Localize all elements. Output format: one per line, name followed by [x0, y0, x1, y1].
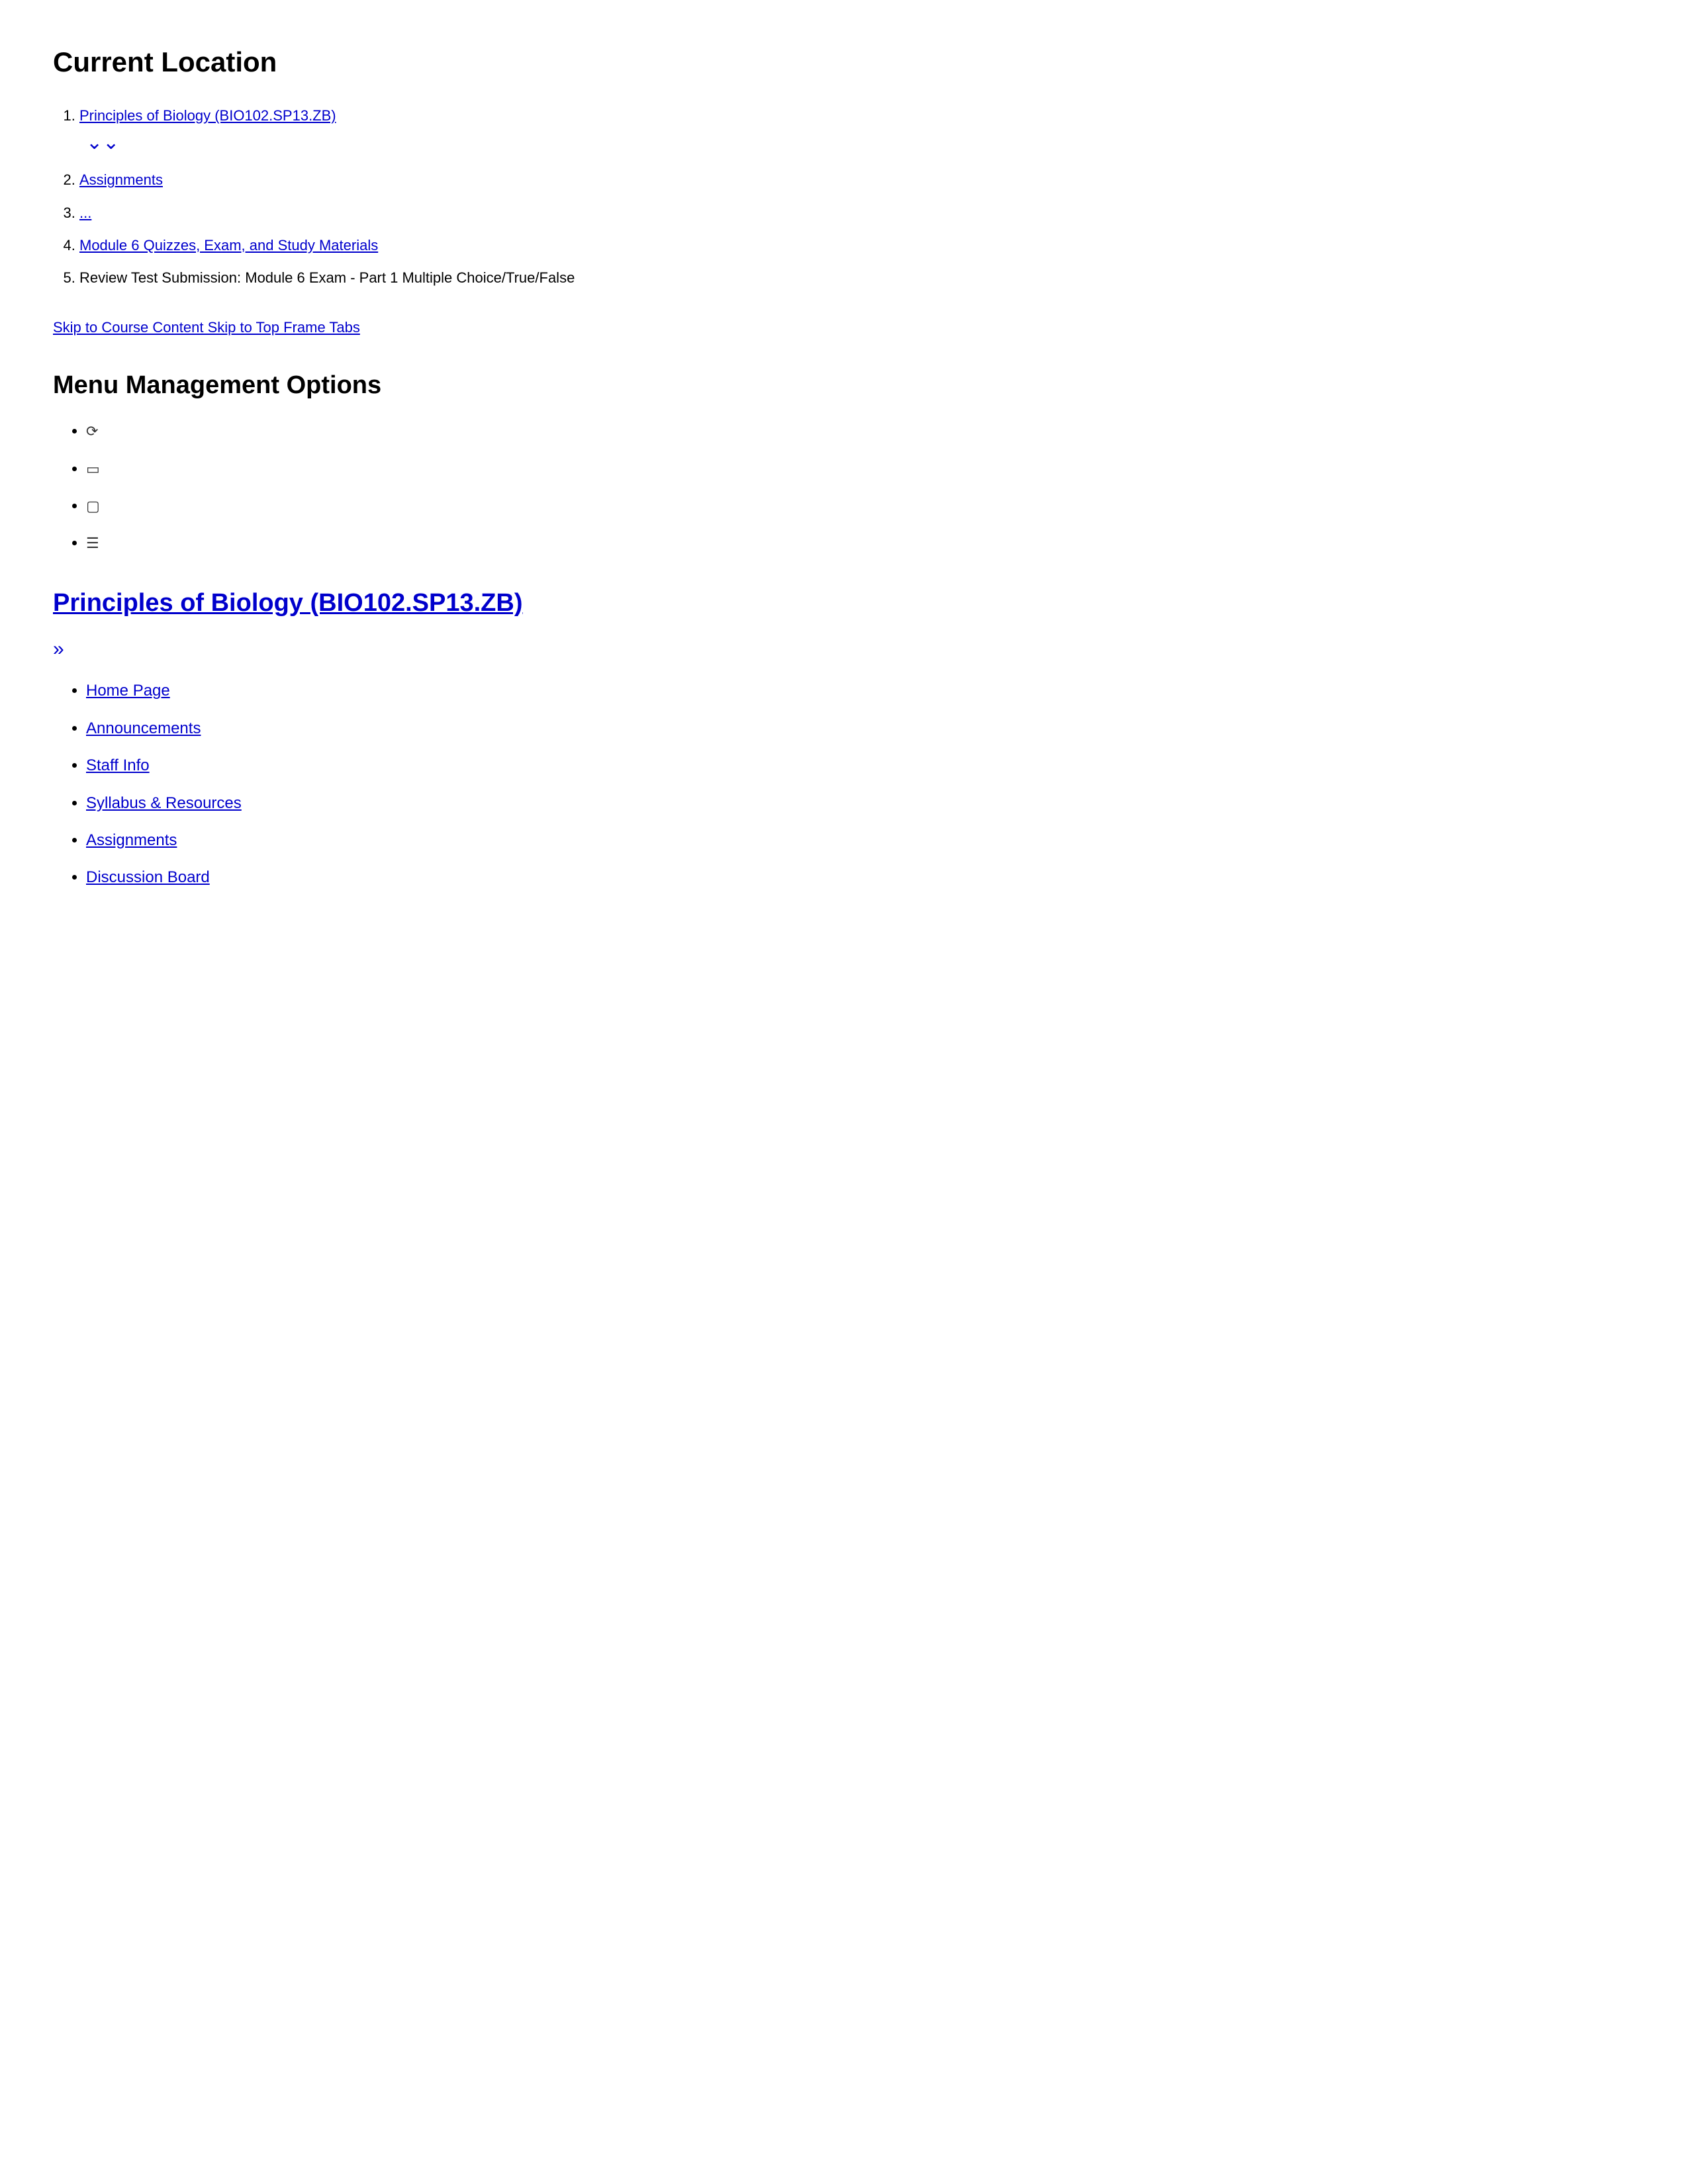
breadcrumb-item-5: Review Test Submission: Module 6 Exam - … [79, 266, 1635, 289]
menu-management-heading: Menu Management Options [53, 365, 1635, 406]
current-location-heading: Current Location [53, 40, 1635, 84]
nav-item-discussion-board: Discussion Board [86, 865, 1635, 890]
nav-item-assignments: Assignments [86, 828, 1635, 853]
folder-icon[interactable]: ▢ [86, 498, 100, 514]
nav-item-home-page: Home Page [86, 678, 1635, 704]
breadcrumb-link-1[interactable]: Principles of Biology (BIO102.SP13.ZB) [79, 107, 336, 124]
monitor-icon[interactable]: ▭ [86, 461, 100, 477]
home-page-link[interactable]: Home Page [86, 682, 170, 700]
chevron-down-icon: ⌄⌄ [86, 127, 119, 159]
breadcrumb-link-4[interactable]: Module 6 Quizzes, Exam, and Study Materi… [79, 237, 378, 253]
menu-icon-item-3: ▢ [86, 494, 1635, 519]
double-chevron-icon: » [53, 633, 1635, 665]
breadcrumb-item-2: Assignments [79, 168, 1635, 191]
breadcrumb-item-3: ... [79, 201, 1635, 224]
staff-info-link[interactable]: Staff Info [86, 756, 150, 774]
breadcrumb-static-5: Review Test Submission: Module 6 Exam - … [79, 269, 575, 286]
course-title-link[interactable]: Principles of Biology (BIO102.SP13.ZB) [53, 583, 1635, 623]
list-icon[interactable]: ☰ [86, 535, 99, 551]
breadcrumb-list: Principles of Biology (BIO102.SP13.ZB) ⌄… [79, 104, 1635, 289]
menu-icon-item-4: ☰ [86, 531, 1635, 556]
nav-item-announcements: Announcements [86, 716, 1635, 741]
nav-item-syllabus-resources: Syllabus & Resources [86, 791, 1635, 816]
assignments-link[interactable]: Assignments [86, 831, 177, 849]
current-location-section: Current Location Principles of Biology (… [53, 40, 1635, 289]
breadcrumb-item-1: Principles of Biology (BIO102.SP13.ZB) ⌄… [79, 104, 1635, 159]
skip-links-container: Skip to Course Content Skip to Top Frame… [53, 316, 1635, 339]
menu-management-list: ⟳ ▭ ▢ ☰ [86, 419, 1635, 557]
nav-item-staff-info: Staff Info [86, 753, 1635, 778]
breadcrumb-link-2[interactable]: Assignments [79, 171, 163, 188]
skip-links[interactable]: Skip to Course Content Skip to Top Frame… [53, 316, 1635, 339]
announcements-link[interactable]: Announcements [86, 719, 201, 737]
course-nav-list: Home Page Announcements Staff Info Sylla… [86, 678, 1635, 890]
course-section: Principles of Biology (BIO102.SP13.ZB) »… [53, 583, 1635, 891]
menu-icon-item-2: ▭ [86, 457, 1635, 482]
syllabus-resources-link[interactable]: Syllabus & Resources [86, 794, 242, 812]
refresh-icon[interactable]: ⟳ [86, 423, 98, 439]
discussion-board-link[interactable]: Discussion Board [86, 868, 210, 886]
breadcrumb-link-3[interactable]: ... [79, 205, 91, 221]
menu-icon-item-1: ⟳ [86, 419, 1635, 444]
menu-management-section: Menu Management Options ⟳ ▭ ▢ ☰ [53, 365, 1635, 556]
breadcrumb-item-4: Module 6 Quizzes, Exam, and Study Materi… [79, 234, 1635, 257]
